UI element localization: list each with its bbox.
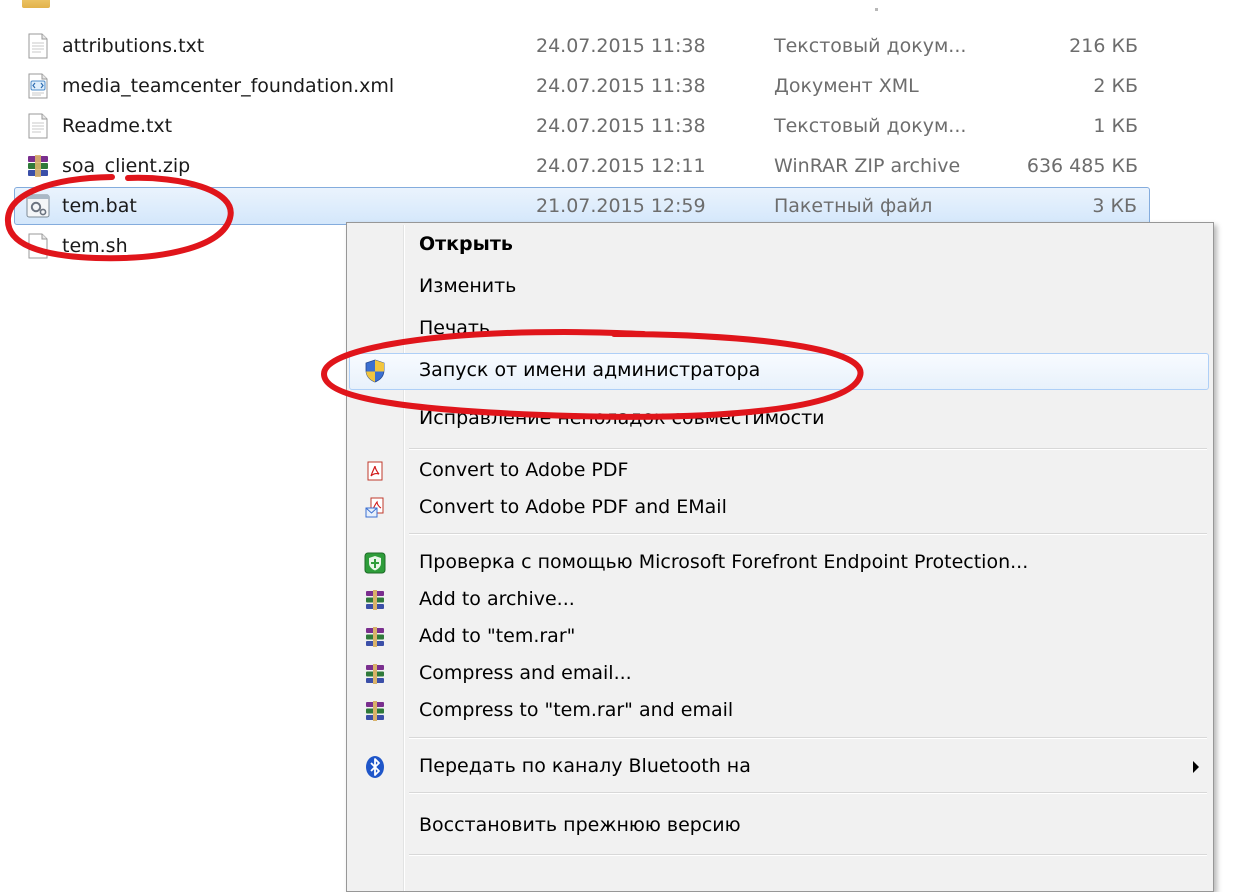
menu-item-compress-to-tem-rar-email[interactable]: Compress to "tem.rar" and email: [349, 693, 1209, 730]
menu-item-send-via-bluetooth[interactable]: Передать по каналу Bluetooth на: [349, 749, 1209, 786]
menu-separator: [409, 792, 1207, 794]
file-name: tem.bat: [62, 195, 137, 217]
menu-item-label: Открыть: [419, 233, 513, 255]
menu-item-label: Запуск от имени администратора: [419, 359, 761, 381]
menu-item-print[interactable]: Печать: [349, 311, 1209, 348]
menu-item-add-to-tem-rar[interactable]: Add to "tem.rar": [349, 619, 1209, 656]
winrar-icon: [366, 664, 384, 684]
winrar-icon: [366, 627, 384, 647]
menu-item-open[interactable]: Открыть: [349, 227, 1209, 264]
file-date: 24.07.2015 12:11: [536, 155, 706, 177]
file-size: 2 КБ: [1093, 75, 1138, 97]
file-name: media_teamcenter_foundation.xml: [62, 75, 395, 97]
menu-item-forefront-scan[interactable]: Проверка с помощью Microsoft Forefront E…: [349, 545, 1209, 582]
menu-item-label: Compress to "tem.rar" and email: [419, 699, 734, 721]
file-type: Пакетный файл: [774, 195, 933, 217]
menu-item-label: Передать по каналу Bluetooth на: [419, 755, 751, 777]
menu-item-label: Исправление неполадок совместимости: [419, 407, 825, 429]
forefront-shield-icon: [364, 552, 386, 574]
batch-file-icon: [26, 194, 50, 218]
xml-file-icon: [28, 73, 48, 99]
menu-separator: [409, 533, 1207, 535]
file-type: WinRAR ZIP archive: [774, 155, 961, 177]
file-type: Текстовый докум...: [774, 35, 967, 57]
file-name: soa_client.zip: [62, 155, 191, 177]
submenu-arrow-icon: [1193, 761, 1199, 773]
menu-item-compress-and-email[interactable]: Compress and email...: [349, 656, 1209, 693]
text-file-icon: [28, 33, 48, 59]
menu-item-label: Convert to Adobe PDF and EMail: [419, 496, 727, 518]
folder-icon: [22, 0, 50, 8]
file-row[interactable]: soa_client.zip 24.07.2015 12:11 WinRAR Z…: [14, 147, 1150, 185]
menu-item-edit[interactable]: Изменить: [349, 269, 1209, 306]
menu-item-label: Add to "tem.rar": [419, 625, 576, 647]
menu-separator: [409, 448, 1207, 450]
file-row[interactable]: Readme.txt 24.07.2015 11:38 Текстовый до…: [14, 107, 1150, 145]
file-type: Текстовый докум...: [774, 115, 967, 137]
menu-item-run-as-admin[interactable]: Запуск от имени администратора: [349, 353, 1209, 390]
winrar-icon: [366, 701, 384, 721]
winrar-icon: [366, 590, 384, 610]
file-size: 3 КБ: [1092, 195, 1137, 217]
text-file-icon: [28, 233, 48, 259]
menu-item-label: Восстановить прежнюю версию: [419, 814, 741, 836]
menu-item-troubleshoot-compatibility[interactable]: Исправление неполадок совместимости: [349, 401, 1209, 438]
menu-item-label: Convert to Adobe PDF: [419, 459, 629, 481]
menu-separator: [409, 854, 1207, 856]
adobe-pdf-email-icon: [365, 497, 384, 518]
menu-item-convert-pdf-email[interactable]: Convert to Adobe PDF and EMail: [349, 490, 1209, 527]
menu-separator: [409, 737, 1207, 739]
bluetooth-icon: [366, 756, 384, 778]
file-name: attributions.txt: [62, 35, 205, 57]
file-size: 1 КБ: [1093, 115, 1138, 137]
file-date: 24.07.2015 11:38: [536, 75, 706, 97]
menu-item-label: Add to archive...: [419, 588, 575, 610]
text-file-icon: [28, 113, 48, 139]
file-name: Readme.txt: [62, 115, 173, 137]
file-type: Документ XML: [774, 75, 919, 97]
file-row[interactable]: media_teamcenter_foundation.xml 24.07.20…: [14, 67, 1150, 105]
menu-item-label: Compress and email...: [419, 662, 632, 684]
menu-item-label: Печать: [419, 317, 491, 339]
file-date: 24.07.2015 11:38: [536, 35, 706, 57]
winrar-archive-icon: [28, 155, 48, 177]
menu-item-label: Проверка с помощью Microsoft Forefront E…: [419, 551, 1029, 573]
file-row[interactable]: attributions.txt 24.07.2015 11:38 Тексто…: [14, 27, 1150, 65]
file-date: 21.07.2015 12:59: [536, 195, 706, 217]
menu-item-add-to-archive[interactable]: Add to archive...: [349, 582, 1209, 619]
file-row-selected[interactable]: tem.bat 21.07.2015 12:59 Пакетный файл 3…: [14, 187, 1150, 225]
file-date: 24.07.2015 11:38: [536, 115, 706, 137]
adobe-pdf-icon: [367, 461, 383, 481]
uac-shield-icon: [365, 359, 385, 383]
context-menu: Открыть Изменить Печать Запуск от имени …: [346, 222, 1214, 892]
menu-item-label: Изменить: [419, 275, 517, 297]
file-size: 216 КБ: [1069, 35, 1138, 57]
file-size: 636 485 КБ: [1026, 155, 1138, 177]
menu-item-convert-pdf[interactable]: Convert to Adobe PDF: [349, 453, 1209, 490]
menu-item-restore-previous-version[interactable]: Восстановить прежнюю версию: [349, 808, 1209, 845]
file-name: tem.sh: [62, 235, 128, 257]
column-divider: [875, 8, 878, 11]
